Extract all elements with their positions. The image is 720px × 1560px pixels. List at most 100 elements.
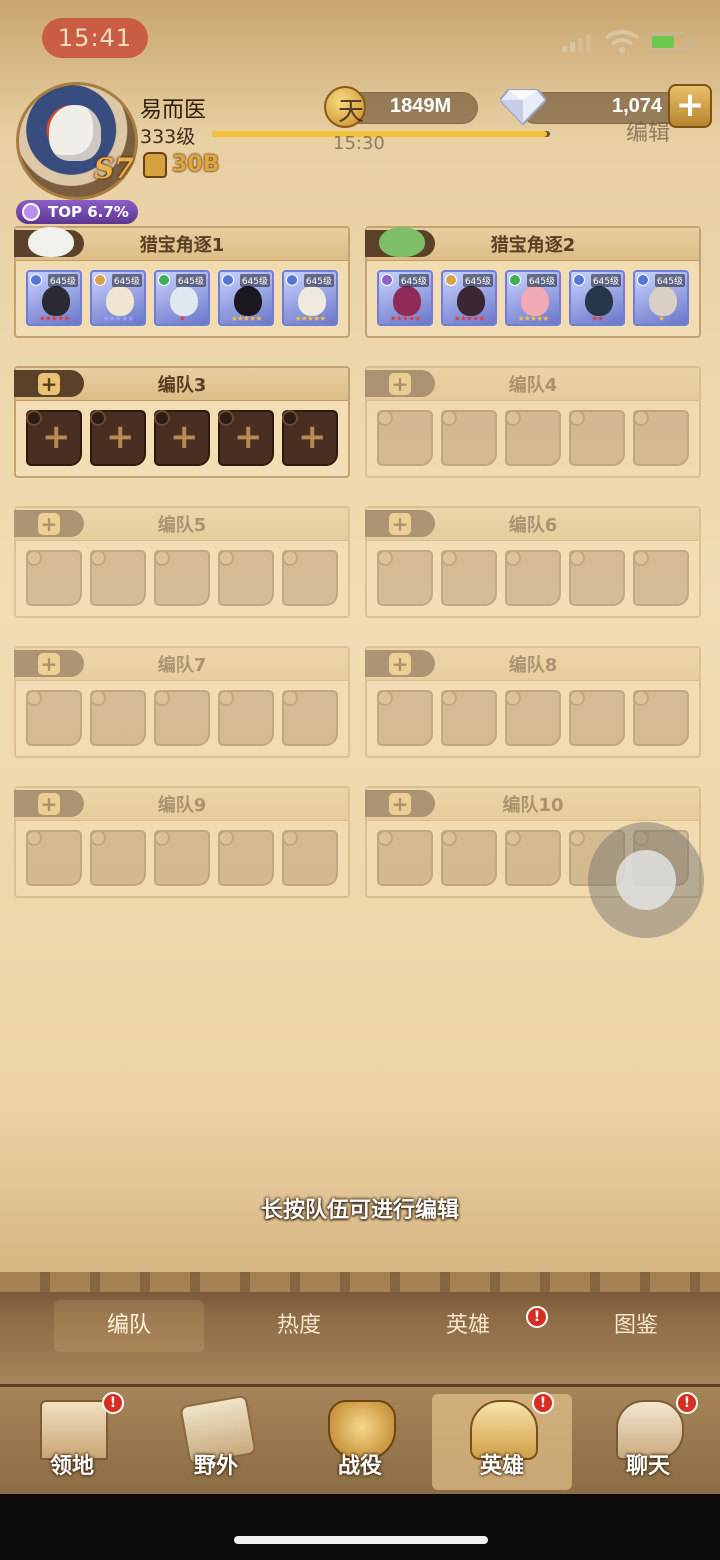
tab-formation[interactable]: 编队 [54, 1300, 204, 1352]
faction-icon [286, 274, 298, 286]
empty-hero-slot [505, 410, 561, 466]
empty-hero-slot [569, 410, 625, 466]
faction-icon [30, 274, 42, 286]
empty-hero-slot [569, 690, 625, 746]
team-name: 猎宝角逐1 [139, 235, 225, 256]
empty-hero-slot [633, 550, 689, 606]
empty-hero-slot [633, 690, 689, 746]
hero-portrait[interactable]: 645级 ★ [154, 270, 210, 326]
empty-hero-slot [282, 690, 338, 746]
empty-hero-slot [505, 830, 561, 886]
cellular-signal-icon [562, 34, 591, 52]
plus-icon: + [106, 417, 135, 457]
team-card[interactable]: + 编队8 [365, 646, 701, 758]
hero-slots: 645级 ★★★★★ 645级 ★★★★★ 645级 ★★★★★ 645级 ★★ 645级 ★ [377, 270, 693, 328]
empty-hero-slot [218, 550, 274, 606]
hero-level: 645级 [462, 274, 493, 287]
empty-hero-slot [505, 550, 561, 606]
team-card[interactable]: 猎宝角逐1 645级 ★★★★★ 645级 ★★★★★ 645级 ★ 645级 ★★★★★ 645… [14, 226, 350, 338]
coin-overlay-text: 天 [338, 97, 365, 127]
faction-icon [222, 274, 234, 286]
empty-hero-slot[interactable]: + [282, 410, 338, 466]
hero-portrait[interactable]: 645级 ★★★★★ [505, 270, 561, 326]
hero-face [298, 286, 326, 316]
plus-icon: + [298, 417, 327, 457]
empty-hero-slot [441, 550, 497, 606]
empty-hero-slot[interactable]: + [26, 410, 82, 466]
tab-codex[interactable]: 图鉴 [561, 1300, 711, 1352]
hero-portrait[interactable]: 645级 ★★★★★ [218, 270, 274, 326]
hero-face [42, 286, 70, 316]
fist-power-icon [143, 152, 167, 178]
team-name: 编队10 [502, 795, 564, 816]
home-indicator[interactable] [234, 1536, 488, 1544]
empty-hero-slot [90, 550, 146, 606]
plus-icon: + [234, 417, 263, 457]
team-header: + 编队8 [365, 648, 699, 681]
season-badge: S7 [94, 152, 134, 185]
hero-slots [377, 550, 693, 608]
team-name: 猎宝角逐2 [490, 235, 576, 256]
hero-stars: ★ [178, 314, 186, 323]
team-card[interactable]: 猎宝角逐2 645级 ★★★★★ 645级 ★★★★★ 645级 ★★★★★ 645级 ★★ 64… [365, 226, 701, 338]
team-name: 编队5 [157, 515, 207, 536]
team-name: 编队7 [157, 655, 207, 676]
team-card[interactable]: + 编队4 [365, 366, 701, 478]
hero-portrait[interactable]: 645级 ★★★★★ [90, 270, 146, 326]
nav-wilderness[interactable]: 野外 [146, 1394, 286, 1490]
nav-campaign[interactable]: 战役 [290, 1394, 430, 1490]
plus-icon: + [42, 417, 71, 457]
empty-hero-slot [90, 690, 146, 746]
diamond-icon [500, 89, 546, 126]
team-card[interactable]: + 编队6 [365, 506, 701, 618]
hero-slots: 645级 ★★★★★ 645级 ★★★★★ 645级 ★ 645级 ★★★★★ 645级 ★★★★… [26, 270, 342, 328]
hero-portrait[interactable]: 645级 ★ [633, 270, 689, 326]
assistive-touch-button[interactable] [588, 822, 704, 938]
team-card[interactable]: + 编队5 [14, 506, 350, 618]
empty-hero-slot [218, 690, 274, 746]
team-card[interactable]: + 编队9 [14, 786, 350, 898]
faction-icon [509, 274, 521, 286]
hero-face [649, 286, 677, 316]
nav-label: 聊天 [625, 1453, 670, 1478]
rank-badge[interactable]: TOP 6.7% [16, 200, 138, 224]
team-card[interactable]: + 编队3 + + + + + [14, 366, 350, 478]
team-header: 猎宝角逐1 [14, 227, 348, 261]
hero-level: 645级 [239, 274, 270, 287]
hero-portrait[interactable]: 645级 ★★★★★ [377, 270, 433, 326]
player-name: 易而医 [140, 98, 207, 123]
empty-hero-slot [377, 550, 433, 606]
team-header: 猎宝角逐2 [365, 227, 699, 261]
tab-heroes[interactable]: 英雄 [393, 1300, 543, 1352]
team-card[interactable]: + 编队7 [14, 646, 350, 758]
hero-slots [26, 830, 342, 888]
empty-hero-slot [26, 690, 82, 746]
empty-hero-slot[interactable]: + [90, 410, 146, 466]
empty-hero-slot[interactable]: + [154, 410, 210, 466]
empty-hero-slot [154, 830, 210, 886]
nav-chat[interactable]: 聊天 [578, 1394, 718, 1490]
empty-hero-slot[interactable]: + [218, 410, 274, 466]
hero-portrait[interactable]: 645级 ★★ [569, 270, 625, 326]
hero-portrait[interactable]: 645级 ★★★★★ [26, 270, 82, 326]
hero-slots: + + + + + [26, 410, 342, 468]
hero-slots [26, 550, 342, 608]
empty-hero-slot [282, 550, 338, 606]
hero-portrait[interactable]: 645级 ★★★★★ [282, 270, 338, 326]
hero-slots [26, 690, 342, 748]
status-bar: 15:41 [0, 0, 720, 78]
faction-icon [573, 274, 585, 286]
team-header: + 编队3 [14, 368, 348, 401]
tab-popularity[interactable]: 热度 [224, 1300, 374, 1352]
team-name: 编队4 [508, 375, 558, 396]
home-bar [0, 1494, 720, 1560]
alert-icon: ! [532, 1392, 554, 1414]
empty-hero-slot [569, 550, 625, 606]
hero-stars: ★★ [590, 314, 604, 323]
empty-hero-slot [441, 410, 497, 466]
hero-portrait[interactable]: 645级 ★★★★★ [441, 270, 497, 326]
empty-hero-slot [377, 690, 433, 746]
add-gems-button[interactable]: + [668, 84, 712, 128]
empty-hero-slot [282, 830, 338, 886]
ghost-edit-text: 编辑 [626, 121, 671, 146]
